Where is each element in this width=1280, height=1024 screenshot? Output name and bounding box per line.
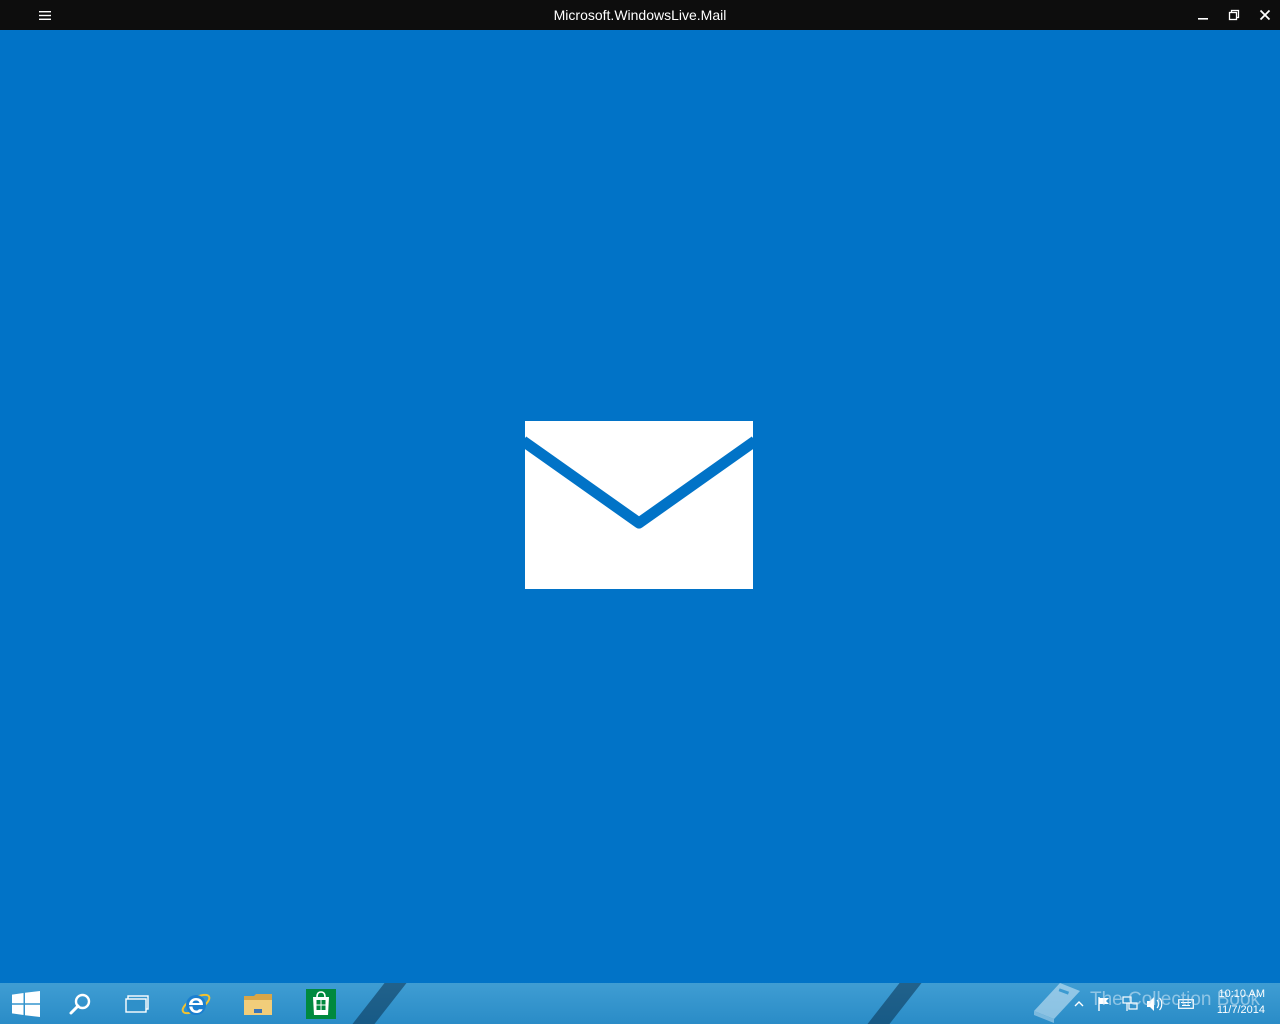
clock-date: 11/7/2014 bbox=[1216, 1004, 1265, 1016]
internet-explorer-taskbar-button[interactable] bbox=[170, 983, 222, 1024]
hamburger-menu-button[interactable] bbox=[30, 0, 60, 30]
taskbar bbox=[0, 983, 1280, 1024]
taskbar-wallpaper-stripe bbox=[852, 983, 930, 1024]
minimize-icon bbox=[1198, 18, 1208, 20]
flag-icon bbox=[1098, 996, 1109, 1011]
clock[interactable]: 10:10 AM 11/7/2014 bbox=[1205, 986, 1271, 1022]
taskbar-wallpaper-stripe bbox=[337, 983, 415, 1024]
hamburger-icon bbox=[39, 10, 51, 20]
minimize-button[interactable] bbox=[1188, 0, 1218, 30]
search-button[interactable] bbox=[54, 983, 106, 1024]
file-explorer-icon bbox=[244, 993, 272, 1015]
mail-envelope-icon bbox=[525, 421, 753, 589]
close-button[interactable] bbox=[1250, 0, 1280, 30]
task-view-icon bbox=[125, 994, 149, 1013]
network-button[interactable] bbox=[1119, 983, 1141, 1024]
show-hidden-icons-button[interactable] bbox=[1070, 983, 1088, 1024]
start-button[interactable] bbox=[0, 983, 52, 1024]
action-center-button[interactable] bbox=[1094, 983, 1114, 1024]
search-icon bbox=[69, 993, 91, 1014]
mail-splash-screen bbox=[0, 30, 1280, 983]
restore-icon bbox=[1228, 9, 1240, 21]
file-explorer-taskbar-button[interactable] bbox=[232, 983, 284, 1024]
keyboard-icon bbox=[1178, 998, 1194, 1009]
windows-start-icon bbox=[12, 990, 40, 1017]
window-title: Microsoft.WindowsLive.Mail bbox=[553, 7, 727, 23]
store-icon bbox=[306, 988, 336, 1019]
internet-explorer-icon bbox=[181, 993, 211, 1015]
network-icon bbox=[1122, 995, 1138, 1011]
title-bar: Microsoft.WindowsLive.Mail bbox=[0, 0, 1280, 30]
clock-time: 10:10 AM bbox=[1218, 988, 1265, 1000]
chevron-up-icon bbox=[1074, 1000, 1084, 1006]
input-indicator-button[interactable] bbox=[1175, 983, 1197, 1024]
restore-button[interactable] bbox=[1219, 0, 1249, 30]
store-taskbar-button[interactable] bbox=[295, 983, 347, 1024]
volume-button[interactable] bbox=[1144, 983, 1166, 1024]
volume-icon bbox=[1147, 996, 1163, 1011]
close-icon bbox=[1259, 9, 1271, 21]
task-view-button[interactable] bbox=[111, 983, 163, 1024]
